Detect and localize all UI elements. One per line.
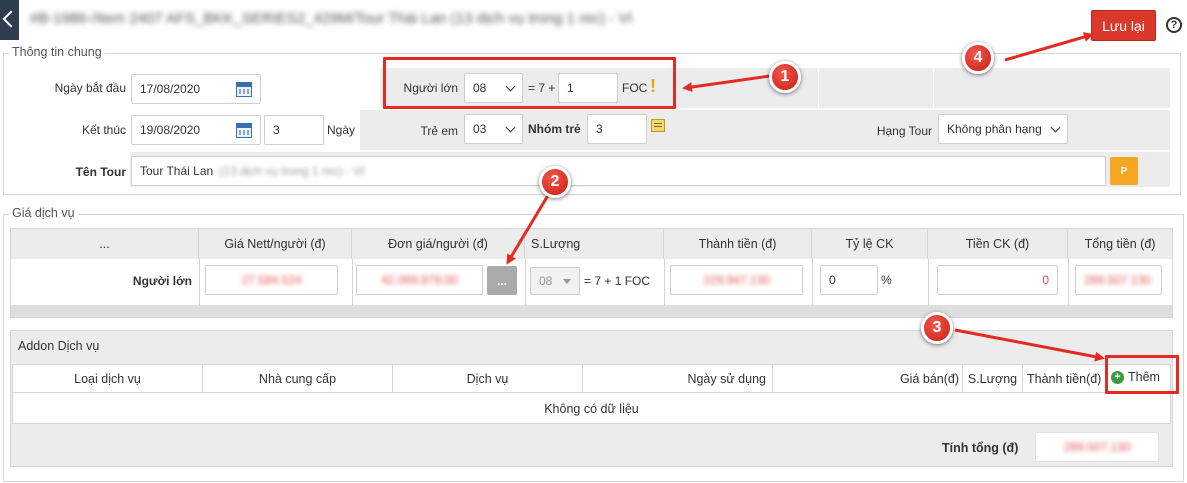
arrow-4 <box>1004 32 1094 62</box>
arrow-1 <box>682 74 771 92</box>
annotation-badge-3: 3 <box>921 312 953 344</box>
annotation-badge-4: 4 <box>962 42 994 74</box>
annotation-badge-2: 2 <box>539 166 571 198</box>
annotation-arrows <box>506 32 1105 362</box>
arrow-2 <box>506 191 552 265</box>
annotation-badge-1: 1 <box>769 61 801 93</box>
arrow-3 <box>954 328 1105 362</box>
